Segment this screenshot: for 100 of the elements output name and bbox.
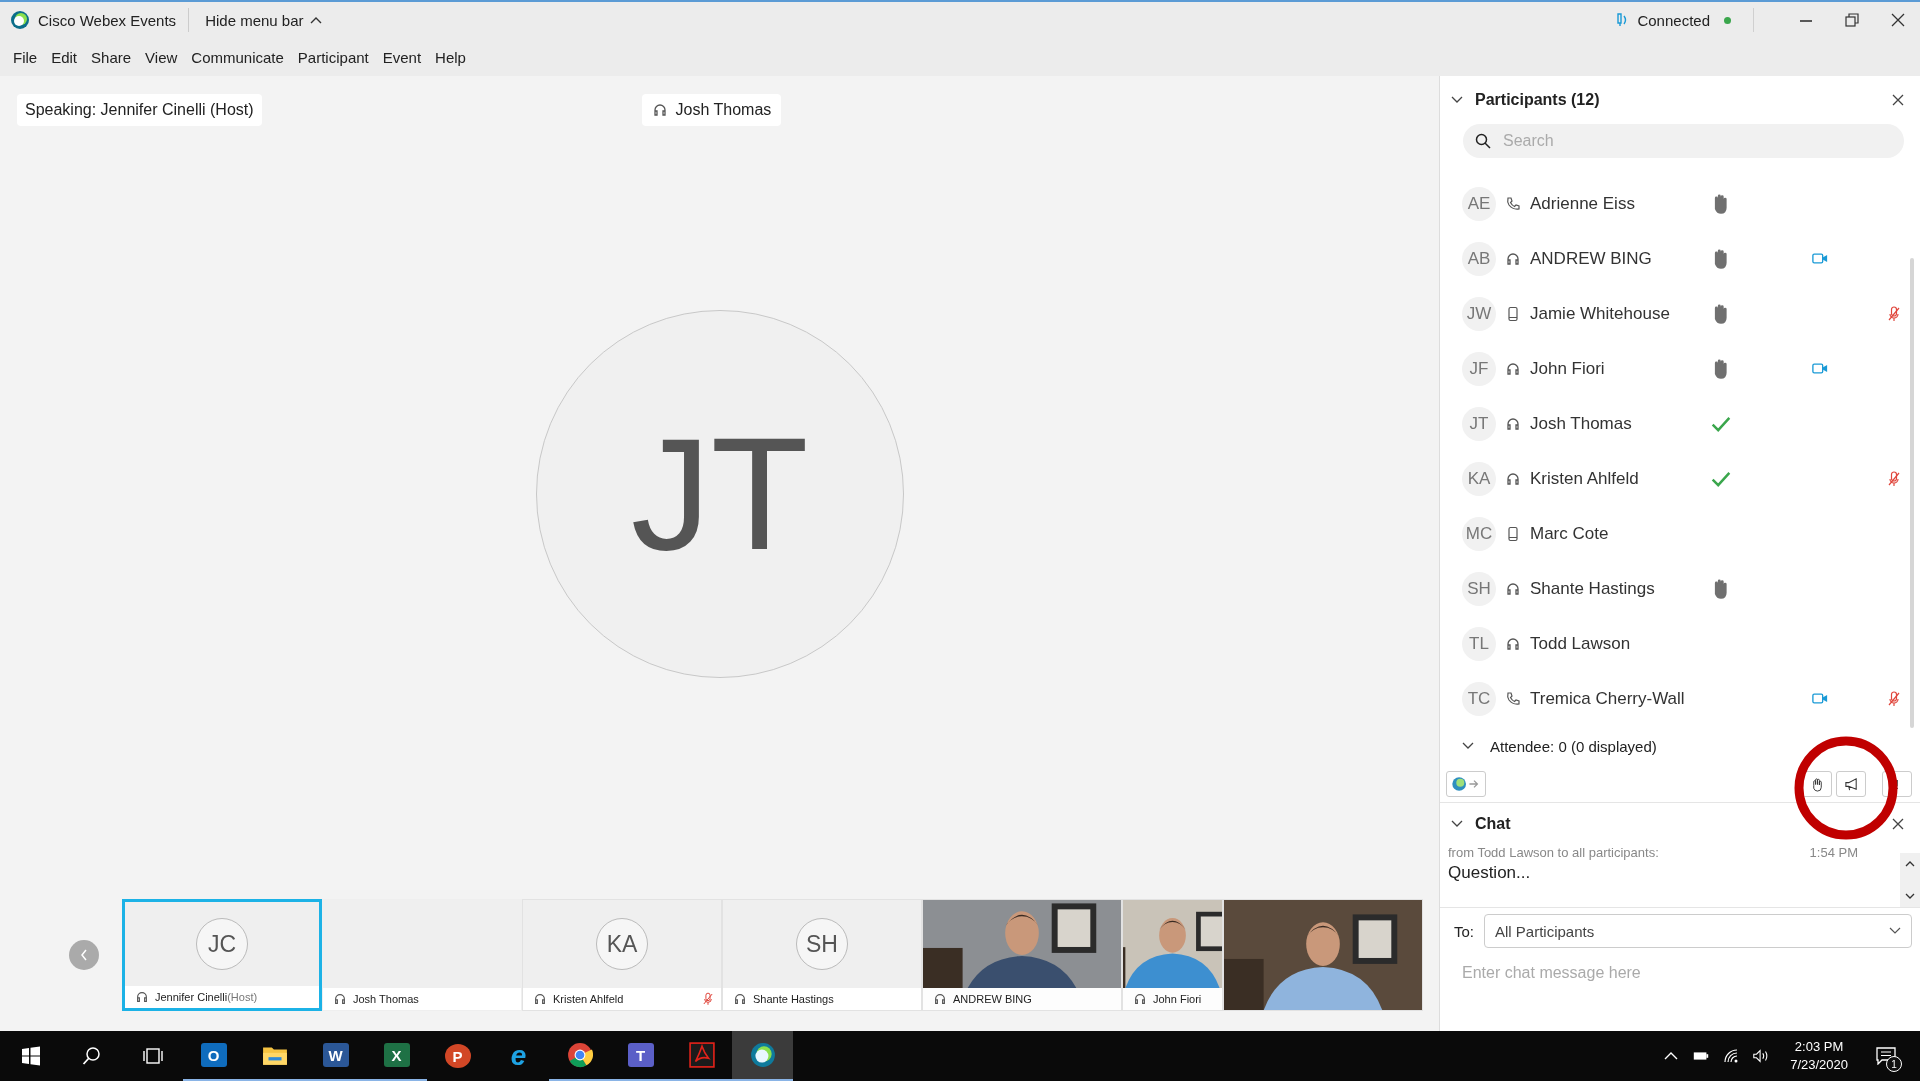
taskbar-app[interactable]: P: [427, 1031, 488, 1081]
headset-icon: [1505, 250, 1521, 267]
video-tile[interactable]: KA Kristen Ahlfeld: [522, 899, 722, 1011]
avatar: SH: [796, 918, 848, 970]
search-icon: [1475, 133, 1491, 149]
headset-icon: [135, 990, 149, 1004]
megaphone-button[interactable]: [1836, 771, 1866, 797]
video-tile[interactable]: Josh Thomas: [322, 899, 522, 1011]
scrollbar[interactable]: [1910, 258, 1914, 728]
participant-name: Todd Lawson: [1530, 633, 1632, 654]
avatar: MC: [1462, 516, 1496, 551]
chevron-left-icon: [79, 948, 89, 962]
close-icon[interactable]: [1892, 818, 1904, 830]
participant-row[interactable]: MC Marc Cote: [1440, 506, 1920, 561]
taskbar-app[interactable]: [732, 1031, 793, 1081]
participant-row[interactable]: JF John Fiori: [1440, 341, 1920, 396]
menu-item[interactable]: Event: [375, 48, 429, 66]
participant-name: John Fiori: [1530, 358, 1606, 379]
mobile-phone-icon: [1505, 525, 1521, 542]
participant-row[interactable]: TL Todd Lawson: [1440, 616, 1920, 671]
avatar: JC: [196, 918, 248, 970]
participant-name: Kristen Ahlfeld: [553, 993, 624, 1005]
participant-row[interactable]: KA Kristen Ahlfeld: [1440, 451, 1920, 506]
restore-icon[interactable]: [1844, 12, 1860, 28]
taskbar-app[interactable]: T: [610, 1031, 671, 1081]
participant-name: Adrienne Eiss: [1530, 193, 1636, 214]
avatar: JF: [1462, 351, 1496, 386]
expand-chevron-icon[interactable]: [1462, 742, 1474, 750]
participant-row[interactable]: TC Tremica Cherry-Wall: [1440, 671, 1920, 726]
menu-item[interactable]: View: [138, 48, 185, 66]
avatar: JW: [1462, 296, 1496, 331]
app-icon: X: [383, 1043, 410, 1067]
close-icon[interactable]: [1890, 12, 1906, 28]
menu-item[interactable]: File: [6, 48, 45, 66]
mobile-phone-icon: [1505, 305, 1521, 322]
participant-row[interactable]: AE Adrienne Eiss: [1440, 176, 1920, 231]
scrollbar[interactable]: [1900, 853, 1920, 907]
menu-item[interactable]: Share: [84, 48, 139, 66]
video-tile[interactable]: John Fiori: [1122, 899, 1223, 1011]
close-icon[interactable]: [1892, 94, 1904, 106]
raise-hand-button[interactable]: [1802, 771, 1832, 797]
speaker-avatar: JT: [535, 309, 904, 678]
menu-item[interactable]: Edit: [44, 48, 85, 66]
participant-name: ANDREW BING: [953, 993, 1032, 1005]
taskbar-app[interactable]: W: [305, 1031, 366, 1081]
megaphone-icon: [1843, 776, 1859, 792]
taskbar-app[interactable]: O: [183, 1031, 244, 1081]
participant-row[interactable]: AB ANDREW BING: [1440, 231, 1920, 286]
chat-message: Question...: [1448, 863, 1532, 883]
task-view-icon: [142, 1046, 163, 1066]
scroll-down-icon[interactable]: [1905, 893, 1915, 899]
participant-name: Marc Cote: [1530, 523, 1610, 544]
headset-icon: [533, 992, 547, 1006]
participant-row[interactable]: SH Shante Hastings: [1440, 561, 1920, 616]
collapse-chevron-icon[interactable]: [1451, 96, 1463, 104]
video-tile[interactable]: JC Jennifer Cinelli(Host): [122, 899, 322, 1011]
headset-icon: [933, 992, 947, 1006]
participant-row[interactable]: JT Josh Thomas: [1440, 396, 1920, 451]
avatar: AB: [1462, 241, 1496, 276]
clock-date[interactable]: 7/23/2020: [1790, 1056, 1848, 1074]
app-title: Cisco Webex Events: [38, 11, 177, 29]
notification-count: 1: [1886, 1056, 1902, 1072]
menu-item[interactable]: Participant: [290, 48, 376, 66]
message-time: 1:54 PM: [1809, 845, 1858, 860]
headset-icon: [333, 992, 347, 1006]
taskbar-app[interactable]: X: [366, 1031, 427, 1081]
video-tile[interactable]: SH Shante Hastings: [722, 899, 922, 1011]
dropdown-chevron-icon: [1889, 927, 1901, 935]
headset-icon: [1505, 580, 1521, 597]
phone-icon: [1505, 195, 1521, 212]
hide-menu-bar-button[interactable]: Hide menu bar: [201, 9, 326, 31]
webex-assistant-button[interactable]: [1446, 771, 1486, 797]
search-field[interactable]: Search: [1463, 124, 1904, 158]
avatar: KA: [596, 918, 648, 970]
avatar: KA: [1462, 461, 1496, 496]
video-tile[interactable]: ANDREW BING: [922, 899, 1122, 1011]
windows-logo-icon: [20, 1046, 41, 1066]
clock-time[interactable]: 2:03 PM: [1794, 1038, 1844, 1056]
participants-title: Participants (12): [1475, 91, 1600, 109]
collapse-chevron-icon[interactable]: [1451, 820, 1463, 828]
scroll-up-icon[interactable]: [1905, 861, 1915, 867]
browser-icon: [566, 1042, 593, 1068]
avatar: TL: [1462, 626, 1496, 661]
webex-logo-icon: [749, 1042, 776, 1068]
notification-button[interactable]: 1: [1866, 1031, 1906, 1081]
avatar: AE: [1462, 186, 1496, 221]
recipient-dropdown[interactable]: All Participants: [1484, 914, 1912, 948]
participant-name: John Fiori: [1153, 993, 1202, 1005]
participant-name: Jamie Whitehouse: [1530, 303, 1671, 324]
app-icon: P: [444, 1044, 471, 1068]
headset-icon: [1505, 470, 1521, 487]
participant-name: Tremica Cherry-Wall: [1530, 688, 1686, 709]
menu-item[interactable]: Communicate: [184, 48, 291, 66]
participant-name: Shante Hastings: [1530, 578, 1656, 599]
phone-icon: [1505, 690, 1521, 707]
participant-name: Josh Thomas: [353, 993, 419, 1005]
participant-row[interactable]: JW Jamie Whitehouse: [1440, 286, 1920, 341]
menu-item[interactable]: Help: [428, 48, 473, 66]
taskbar-app[interactable]: e: [488, 1031, 549, 1081]
chat-title: Chat: [1475, 815, 1511, 833]
